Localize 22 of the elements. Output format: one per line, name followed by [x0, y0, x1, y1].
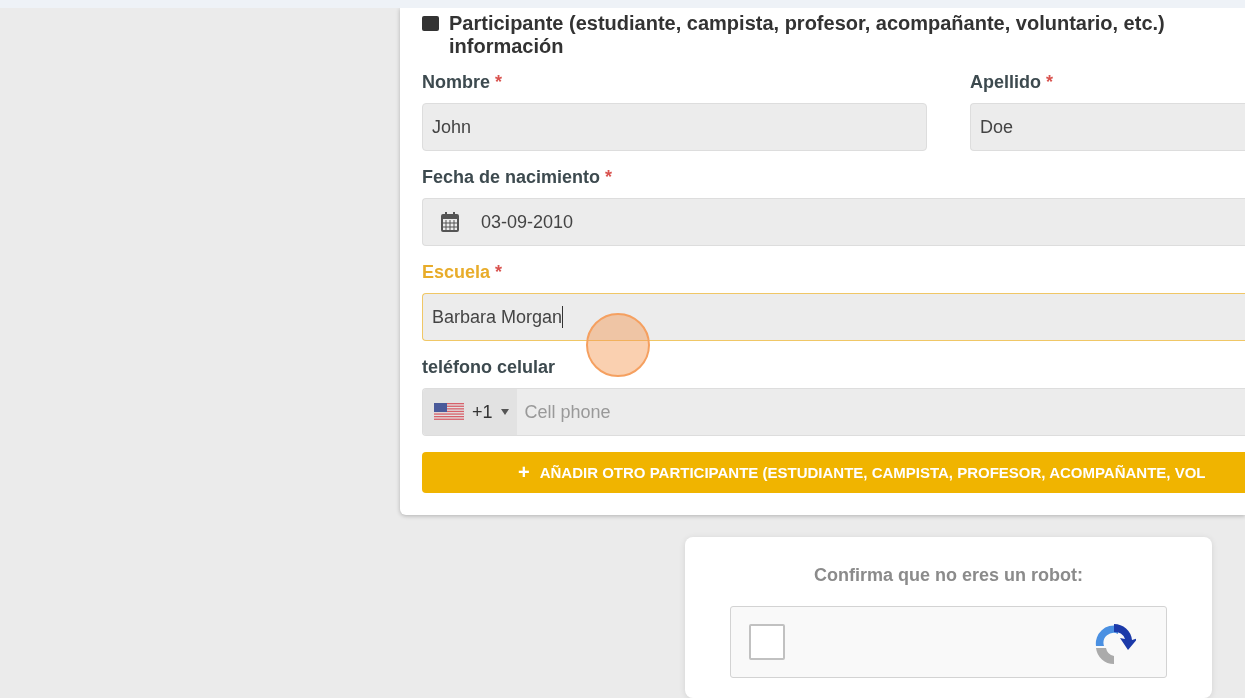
required-asterisk: * [605, 167, 613, 188]
click-indicator [586, 313, 650, 377]
captcha-title: Confirma que no eres un robot: [813, 565, 1084, 586]
required-asterisk: * [495, 72, 503, 93]
field-label: Fecha de nacimiento [422, 167, 601, 188]
field-label: teléfono celular [422, 357, 556, 378]
required-asterisk: * [495, 262, 503, 283]
captcha-checkbox[interactable] [749, 624, 785, 660]
date-field[interactable]: 03-09-2010 [422, 198, 1245, 246]
country-code-dropdown[interactable]: +1 [423, 389, 517, 435]
field-label: Nombre [422, 72, 490, 93]
required-asterisk: * [1046, 72, 1053, 93]
square-icon [422, 16, 439, 31]
section-title: Participante (estudiante, campista, profesor, acompañante, voluntario, etc.) información [449, 12, 1166, 58]
field-label: Escuela [422, 262, 491, 283]
text-field[interactable]: Barbara Morgan [422, 293, 1245, 341]
text-field[interactable]: John [422, 103, 927, 151]
caret-icon [500, 409, 509, 415]
calendar-icon [441, 212, 459, 232]
flag-icon [434, 403, 464, 421]
field-label: Apellido [970, 72, 1041, 93]
text-field[interactable]: Doe [970, 103, 1245, 151]
